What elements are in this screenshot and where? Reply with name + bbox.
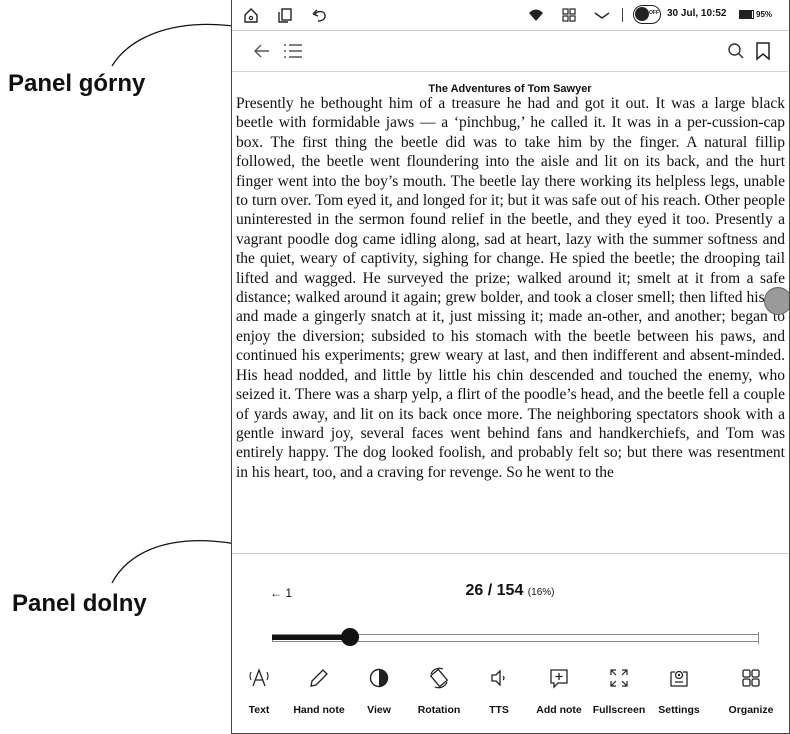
battery-icon (739, 10, 754, 19)
arrow-left-icon[interactable] (252, 41, 272, 61)
status-datetime: 30 Jul, 10:52 (667, 8, 727, 19)
bottom-panel: ← 1 26 / 154 (16%) Text Hand note View R… (232, 553, 788, 733)
page-number: 26 / 154 (465, 582, 524, 599)
page-counter: 26 / 154 (16%) (232, 582, 788, 600)
progress-slider-thumb[interactable] (340, 628, 359, 646)
add-note-icon (550, 669, 568, 689)
settings-button-label: Settings (658, 704, 700, 716)
top-panel (232, 31, 788, 72)
battery-level: 95% (756, 10, 773, 19)
home-icon[interactable] (242, 6, 260, 24)
refresh-mode-toggle[interactable]: OFF (633, 5, 661, 24)
bookmark-icon[interactable] (755, 41, 771, 61)
organize-button[interactable]: Organize (721, 666, 781, 726)
wifi-icon (529, 9, 543, 21)
view-button[interactable]: View (349, 666, 409, 726)
progress-slider-fill (272, 635, 350, 640)
book-page-text: Presently he bethought him of a treasure… (236, 95, 785, 481)
add-note-button[interactable]: Add note (529, 666, 589, 726)
fullscreen-button[interactable]: Fullscreen (589, 666, 649, 726)
rotation-icon (429, 667, 449, 689)
settings-button[interactable]: Settings (649, 666, 709, 726)
hand-note-button[interactable]: Hand note (289, 666, 349, 726)
text-button[interactable]: Text (232, 666, 289, 726)
view-icon (369, 668, 389, 688)
search-icon[interactable] (727, 42, 745, 60)
text-button-label: Text (248, 704, 270, 716)
floating-assist-button[interactable] (764, 287, 789, 315)
fullscreen-icon (610, 669, 628, 687)
chevron-down-icon[interactable] (593, 6, 611, 24)
organize-button-label: Organize (728, 704, 774, 716)
view-button-label: View (367, 704, 391, 716)
page-percent: (16%) (527, 587, 555, 598)
add-note-button-label: Add note (536, 704, 582, 716)
tts-button-label: TTS (489, 704, 509, 716)
back-icon[interactable] (310, 6, 328, 24)
tts-button[interactable]: TTS (469, 666, 529, 726)
table-of-contents-icon[interactable] (282, 41, 304, 61)
fullscreen-button-label: Fullscreen (592, 704, 646, 716)
pencil-icon (310, 669, 328, 687)
recent-apps-icon[interactable] (276, 6, 294, 24)
status-bar: OFF 30 Jul, 10:52 95% (232, 0, 788, 31)
settings-icon (670, 670, 688, 687)
progress-slider-end (758, 632, 759, 644)
hand-note-button-label: Hand note (293, 704, 345, 716)
rotation-button[interactable]: Rotation (409, 666, 469, 726)
speaker-icon (491, 669, 505, 687)
apps-grid-icon[interactable] (560, 6, 578, 24)
reader-device-screen: OFF 30 Jul, 10:52 95% The Adventures of … (231, 0, 790, 734)
grid-icon (742, 669, 760, 687)
reading-area[interactable]: The Adventures of Tom Sawyer Presently h… (232, 72, 788, 553)
text-icon (249, 668, 269, 687)
refresh-mode-badge: OFF (649, 10, 659, 16)
status-divider (622, 8, 623, 22)
rotation-button-label: Rotation (417, 704, 461, 716)
